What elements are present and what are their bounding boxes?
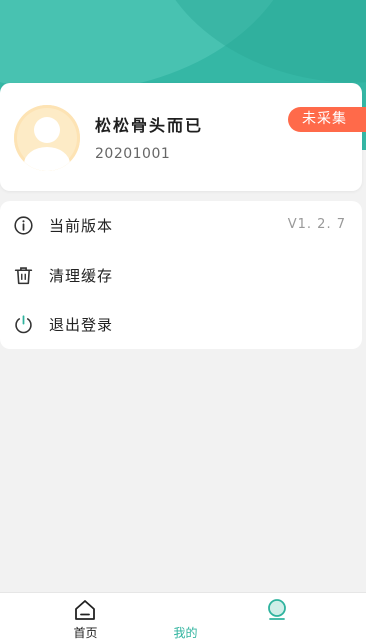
- menu-item-label: 退出登录: [49, 316, 114, 334]
- bottom-tab-bar: 首页 我的: [0, 592, 366, 644]
- settings-menu: 当前版本 V1. 2. 7 清理缓存 退出登录: [0, 201, 362, 349]
- menu-item-label: 清理缓存: [49, 267, 114, 285]
- tab-label: 我的: [173, 626, 198, 640]
- home-icon: [75, 600, 95, 620]
- status-badge[interactable]: 未采集: [288, 107, 366, 132]
- menu-item-version[interactable]: 当前版本 V1. 2. 7: [0, 201, 362, 250]
- avatar-body-shape: [24, 147, 70, 171]
- profile-card: [0, 83, 362, 191]
- user-icon: [268, 599, 286, 620]
- menu-item-label: 当前版本: [49, 217, 114, 235]
- power-icon: [15, 315, 32, 334]
- user-name: 松松骨头而已: [95, 116, 204, 135]
- version-value: V1. 2. 7: [287, 217, 346, 232]
- trash-icon: [14, 267, 33, 285]
- avatar[interactable]: [14, 105, 80, 171]
- avatar-head-shape: [34, 117, 60, 143]
- menu-item-logout[interactable]: 退出登录: [0, 300, 362, 349]
- tab-mine[interactable]: 我的: [173, 593, 366, 644]
- info-icon: [14, 216, 33, 235]
- menu-item-clear-cache[interactable]: 清理缓存: [0, 251, 362, 300]
- user-id: 20201001: [95, 146, 171, 162]
